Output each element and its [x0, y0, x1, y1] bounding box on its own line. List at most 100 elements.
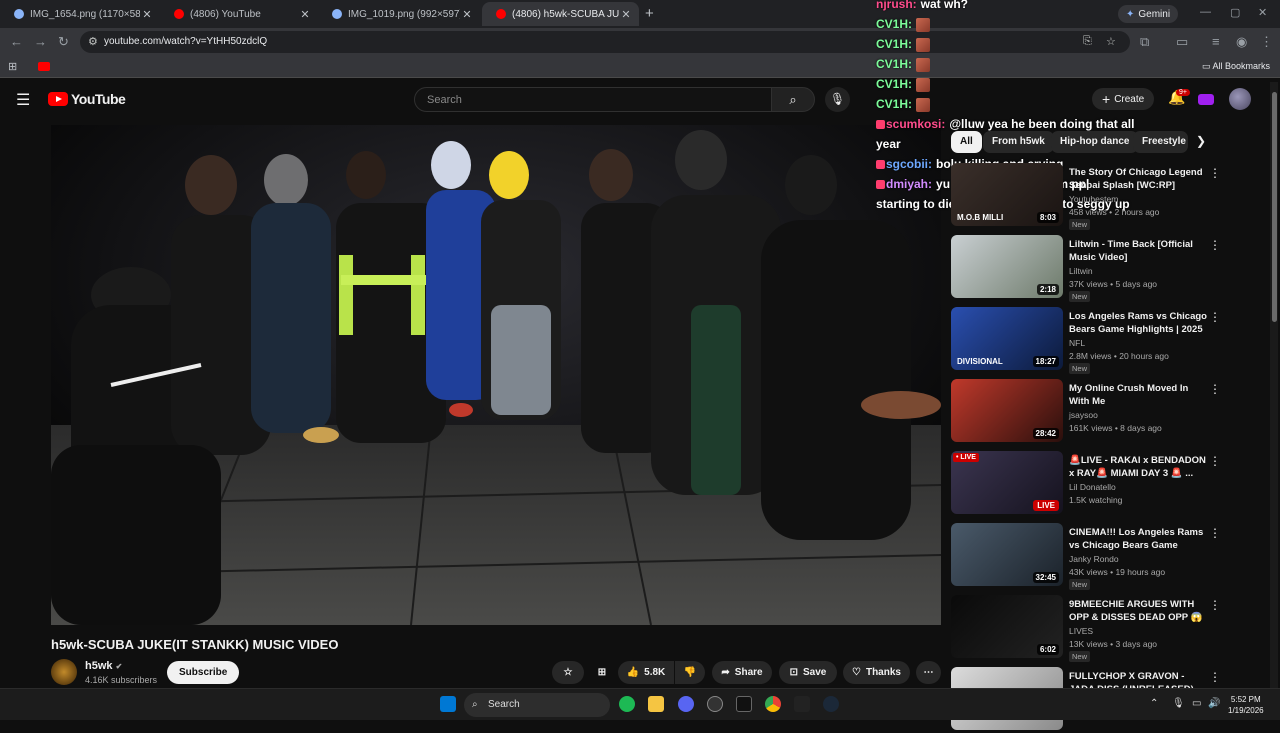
recommendation-channel[interactable]: NFL [1069, 338, 1085, 348]
microphone-icon[interactable]: 🎙 [1172, 698, 1185, 709]
hamburger-menu-icon[interactable]: ☰ [16, 90, 30, 110]
browser-menu-icon[interactable]: ⋮ [1260, 34, 1273, 50]
apps-grid-icon[interactable]: ⊞ [8, 60, 17, 73]
recommendation-title[interactable]: 🚨LIVE - RAKAI x BENDADON x RAY🚨 MIAMI DA… [1069, 454, 1207, 480]
recommendation-channel[interactable]: LIVES [1069, 626, 1093, 636]
premium-icon[interactable] [1198, 94, 1214, 105]
all-bookmarks-button[interactable]: ▭ All Bookmarks [1202, 61, 1270, 72]
recommendation-channel[interactable]: Janky Rondo [1069, 554, 1119, 564]
recommendation-item[interactable]: • LIVE LIVE 🚨LIVE - RAKAI x BENDADON x RAY… [951, 451, 1221, 517]
like-button[interactable]: 👍 5.8K [618, 661, 674, 684]
recommendation-item[interactable]: 2:18 Liltwin - Time Back [Official Music … [951, 235, 1221, 302]
scrollbar-thumb[interactable] [1272, 92, 1277, 322]
youtube-bookmark-icon[interactable] [38, 62, 50, 71]
recommendation-channel[interactable]: jsaysoo [1069, 410, 1098, 420]
network-icon[interactable]: ▭ [1192, 698, 1201, 709]
recommendation-title[interactable]: My Online Crush Moved In With Me [1069, 382, 1207, 408]
recommendation-item[interactable]: 32:45 CINEMA!!! Los Angeles Rams vs Chica… [951, 523, 1221, 590]
close-icon[interactable]: ✕ [140, 8, 154, 21]
dislike-button[interactable]: 👎 [675, 661, 705, 684]
browser-tab-active[interactable]: (4806) h5wk-SCUBA JUKE(IT ST ✕ [482, 2, 639, 26]
subscribe-button[interactable]: Subscribe [167, 661, 240, 684]
recommendation-title[interactable]: 9BMEECHIE ARGUES WITH OPP & DISSES DEAD … [1069, 598, 1207, 624]
video-thumbnail[interactable]: • LIVE LIVE [951, 451, 1063, 514]
spotify-icon[interactable] [619, 696, 635, 712]
recommendation-channel[interactable]: Lil Donatello [1069, 482, 1116, 492]
more-vert-icon[interactable]: ⋮ [1209, 526, 1221, 540]
new-tab-button[interactable]: + [645, 5, 654, 22]
more-vert-icon[interactable]: ⋮ [1209, 670, 1221, 684]
minimize-icon[interactable]: — [1200, 6, 1211, 18]
extensions-icon[interactable]: ⧉ [1140, 34, 1149, 50]
system-clock[interactable]: 5:52 PM 1/19/2026 [1228, 694, 1264, 716]
recommendation-item[interactable]: 6:02 9BMEECHIE ARGUES WITH OPP & DISSES D… [951, 595, 1221, 662]
volume-icon[interactable]: 🔊 [1208, 698, 1220, 709]
recommendation-item[interactable]: DIVISIONAL 18:27 Los Angeles Rams vs Chica… [951, 307, 1221, 374]
video-thumbnail[interactable]: 2:18 [951, 235, 1063, 298]
recommendation-title[interactable]: Los Angeles Rams vs Chicago Bears Game H… [1069, 310, 1207, 336]
recommendation-channel[interactable]: Youtubestem [1069, 194, 1118, 204]
profile-icon[interactable]: ◉ [1236, 34, 1247, 50]
chrome-icon[interactable] [765, 696, 781, 712]
forward-arrow-icon[interactable]: → [34, 34, 47, 49]
video-thumbnail[interactable]: DIVISIONAL 18:27 [951, 307, 1063, 370]
video-thumbnail[interactable]: 6:02 [951, 595, 1063, 658]
recommendation-title[interactable]: The Story Of Chicago Legend Senpai Splas… [1069, 166, 1207, 192]
recommendation-item[interactable]: 28:42 My Online Crush Moved In With Me jsa… [951, 379, 1221, 445]
search-box[interactable] [414, 87, 772, 112]
steam-icon[interactable] [823, 696, 839, 712]
discord-icon[interactable] [678, 696, 694, 712]
share-button[interactable]: ➦ Share [712, 661, 772, 684]
grid-button[interactable]: ⊞ [590, 661, 614, 684]
url-text[interactable]: youtube.com/watch?v=YtHH50zdclQ [104, 36, 267, 47]
channel-avatar[interactable] [51, 659, 77, 685]
chip-freestyle[interactable]: Freestyle [1133, 131, 1188, 153]
more-vert-icon[interactable]: ⋮ [1209, 382, 1221, 396]
more-actions-button[interactable]: ⋯ [916, 661, 941, 684]
more-vert-icon[interactable]: ⋮ [1209, 598, 1221, 612]
taskbar-search[interactable]: ⌕ Search [464, 693, 610, 717]
recommendation-title[interactable]: Liltwin - Time Back [Official Music Vide… [1069, 238, 1207, 264]
star-button[interactable]: ☆ [552, 661, 584, 684]
search-input[interactable] [415, 88, 771, 111]
reload-icon[interactable]: ↻ [58, 34, 69, 50]
channel-name[interactable]: h5wk [85, 660, 113, 672]
app-icon[interactable] [794, 696, 810, 712]
close-icon[interactable]: ✕ [619, 8, 633, 21]
chip-all[interactable]: All [951, 131, 982, 153]
reading-list-icon[interactable]: ≡ [1212, 34, 1220, 49]
video-player[interactable] [51, 125, 941, 625]
chevron-up-icon[interactable]: ⌃ [1150, 698, 1158, 709]
chevron-right-icon[interactable]: ❯ [1196, 134, 1206, 148]
window-close-icon[interactable]: ✕ [1258, 6, 1267, 19]
channel-name-row[interactable]: h5wk ✔ [85, 660, 122, 672]
youtube-logo[interactable]: YouTube [48, 91, 126, 107]
thanks-button[interactable]: ♡ Thanks [843, 661, 910, 684]
chip-hip-hop-dance[interactable]: Hip-hop dance [1051, 131, 1139, 153]
search-button[interactable]: ⌕ [771, 87, 815, 112]
split-view-icon[interactable]: ▭ [1176, 34, 1188, 50]
browser-tab[interactable]: IMG_1654.png (1170×581) ✕ [0, 2, 160, 26]
maximize-icon[interactable]: ▢ [1230, 6, 1240, 19]
account-avatar[interactable] [1229, 88, 1251, 110]
recommendation-channel[interactable]: Liltwin [1069, 266, 1093, 276]
file-explorer-icon[interactable] [648, 696, 664, 712]
recommendation-item[interactable]: M.O.B MILLI 8:03 The Story Of Chicago Lege… [951, 163, 1221, 230]
windows-start-icon[interactable] [440, 696, 456, 712]
video-thumbnail[interactable]: 32:45 [951, 523, 1063, 586]
epic-games-icon[interactable] [736, 696, 752, 712]
back-arrow-icon[interactable]: ← [10, 34, 23, 49]
more-vert-icon[interactable]: ⋮ [1209, 310, 1221, 324]
close-icon[interactable]: ✕ [298, 8, 312, 21]
video-thumbnail[interactable]: 28:42 [951, 379, 1063, 442]
more-vert-icon[interactable]: ⋮ [1209, 454, 1221, 468]
github-icon[interactable] [707, 696, 723, 712]
video-thumbnail[interactable]: M.O.B MILLI 8:03 [951, 163, 1063, 226]
voice-search-icon[interactable]: 🎙 [825, 87, 850, 112]
save-button[interactable]: ⊡ Save [779, 661, 837, 684]
chip-from-channel[interactable]: From h5wk [983, 131, 1054, 153]
browser-tab[interactable]: (4806) YouTube ✕ [160, 2, 318, 26]
more-vert-icon[interactable]: ⋮ [1209, 238, 1221, 252]
close-icon[interactable]: ✕ [460, 8, 474, 21]
recommendation-title[interactable]: CINEMA!!! Los Angeles Rams vs Chicago Be… [1069, 526, 1207, 552]
